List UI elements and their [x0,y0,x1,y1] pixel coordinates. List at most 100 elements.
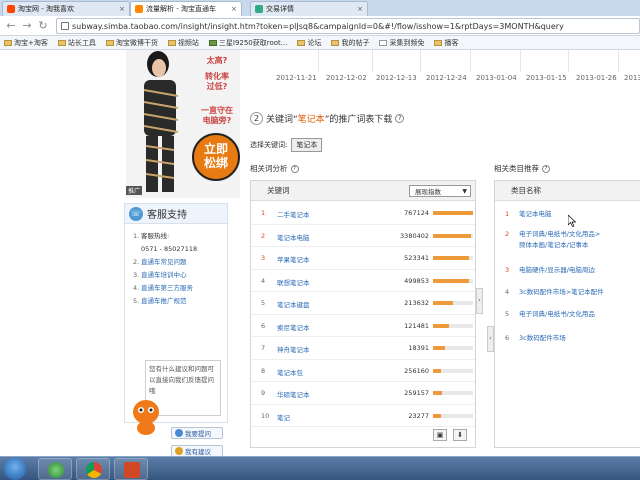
folder-icon [208,39,217,46]
chrome-taskbar-button[interactable] [76,458,110,480]
keyword-link[interactable]: 神舟笔记本 [277,344,310,354]
bookmark-label: 视频站 [177,38,199,47]
folder-icon [57,39,66,46]
browser-tab[interactable]: 淘宝网 - 淘我喜欢 × [2,1,130,16]
keyword-link[interactable]: 苹果笔记本 [277,254,310,264]
help-icon[interactable]: ? [290,164,299,173]
table-row[interactable]: 6 索尼笔记本 121481 [251,315,475,337]
keyword-link[interactable]: 笔记本包 [277,367,303,377]
category-link[interactable]: 3c数码配件市场 [519,333,639,344]
ie-taskbar-button[interactable] [38,458,72,480]
powerpoint-taskbar-button[interactable] [114,458,148,480]
address-bar[interactable]: subway.simba.taobao.com/insight/insight.… [56,18,640,34]
bookmark-label: 淘宝微博干货 [115,38,158,47]
tab-label: 淘宝网 - 淘我喜欢 [18,5,74,13]
table-row[interactable]: 2 笔记本电脑 3380402 [251,225,475,247]
table-row[interactable]: 5 笔记本键盘 213632 [251,292,475,315]
impression-bar [433,278,473,283]
bookmark-item[interactable]: 采集到频免 [379,38,424,48]
bookmarks-bar: 淘宝+淘客 站长工具 淘宝微博干货 视频站 三星I9250获取root... 论… [0,36,640,50]
copy-icon[interactable]: ▣ [433,429,447,441]
headset-icon: ☏ [129,206,143,221]
impression-bar-fill [433,346,445,350]
category-link[interactable]: 笔记本电脑 [519,209,639,220]
impression-value: 499853 [404,276,429,285]
browser-tab[interactable]: 交易详情 × [250,1,368,16]
download-icon[interactable]: ⬇ [453,429,467,441]
ask-question-button[interactable]: 我要提问 [171,427,223,439]
close-icon[interactable]: × [116,5,125,13]
impression-bar [433,301,473,305]
row-rank: 5 [505,310,510,318]
support-link-training[interactable]: 3. 直通车培训中心 [133,269,223,282]
tied-person-illustration [143,51,179,192]
close-icon[interactable]: × [228,5,237,13]
start-button-icon[interactable] [4,458,26,480]
keyword-link[interactable]: 笔记本电脑 [277,232,310,242]
table-row[interactable]: 8 笔记本包 256160 [251,360,475,382]
keyword-link[interactable]: 笔记 [277,412,290,422]
reload-icon[interactable]: ↻ [36,19,50,33]
row-rank: 6 [505,334,510,342]
keyword-select-label: 选择关键词: [250,141,288,149]
collapse-arrow-icon[interactable]: ‹ [487,326,494,352]
category-link[interactable]: 电子词典/电纸书/文化用品 [519,309,639,320]
simba-favicon-icon [135,5,143,13]
keyword-link[interactable]: 华硕笔记本 [277,389,310,399]
bookmark-item[interactable]: 论坛 [297,38,321,48]
impression-value: 18391 [408,344,429,352]
row-rank: 5 [261,299,266,307]
keyword-chip[interactable]: 笔记本 [291,138,323,152]
row-rank: 1 [505,210,510,218]
keyword-link[interactable]: 索尼笔记本 [277,322,310,332]
support-link-third-party[interactable]: 4. 直通车第三方服务 [133,282,223,295]
ie-icon [48,462,64,478]
table-row[interactable]: 1 二手笔记本 767124 [251,202,475,225]
sort-metric-select[interactable]: 展现指数 ▼ [409,185,471,197]
expand-arrow-icon[interactable]: › [476,288,483,314]
support-link-rules[interactable]: 5. 直通车推广规范 [133,295,223,308]
category-link[interactable]: 电脑硬件/显示器/电脑周边 [519,265,639,276]
forward-arrow-icon[interactable]: → [20,19,34,33]
bookmark-item[interactable]: 淘宝微博干货 [105,38,158,48]
bookmark-item[interactable]: 播客 [434,38,458,48]
table-header: 类目名称 [495,181,640,201]
table-header: 关键词 展现指数 ▼ [251,181,475,201]
impression-bar [433,391,473,395]
bookmark-item[interactable]: 三星I9250获取root... [208,38,287,48]
related-category-title-text: 相关类目推荐 [494,164,539,173]
support-title: 客服支持 [147,210,187,221]
help-icon[interactable]: ? [395,114,405,123]
bookmark-item[interactable]: 站长工具 [57,38,96,48]
release-now-button[interactable]: 立即 松绑 [192,133,240,181]
close-icon[interactable]: × [354,5,363,13]
impression-bar [433,211,473,215]
impression-bar-fill [433,413,441,418]
table-row[interactable]: 9 华硕笔记本 259157 [251,382,475,405]
promo-bubble: 转化率 过低? [205,72,229,91]
related-category-title: 相关类目推荐? [494,163,550,174]
suggestion-button[interactable]: 我有建议 [171,445,223,456]
table-row[interactable]: 7 神舟笔记本 18391 [251,337,475,360]
table-row[interactable]: 10 笔记 23277 [251,405,475,427]
keyword-link[interactable]: 笔记本键盘 [277,299,310,309]
help-icon[interactable]: ? [542,164,550,173]
category-link[interactable]: 电子词典/电纸书/文化用品> 频体本画/笔记本/记事本 [519,229,639,251]
promo-banner[interactable]: 太高? 转化率 过低? 一直守在 电脑旁? 立即 松绑 推广 [126,50,240,198]
category-link[interactable]: 3c数码配件市场>笔记本配件 [519,287,639,298]
keyword-link[interactable]: 二手笔记本 [277,209,310,219]
bookmark-item[interactable]: 我的帖子 [331,38,369,48]
impression-bar-fill [433,256,469,260]
bookmark-label: 我的帖子 [341,38,370,47]
back-arrow-icon[interactable]: ← [4,19,18,33]
folder-icon [4,39,12,46]
support-link-faq[interactable]: 2. 直通车常见问题 [133,256,223,269]
table-row[interactable]: 3 苹果笔记本 523341 [251,247,475,270]
bookmark-item[interactable]: 视频站 [167,38,199,48]
keyword-link[interactable]: 联想笔记本 [277,277,310,287]
row-rank: 2 [261,231,266,240]
browser-tab-active[interactable]: 流量解析 - 淘宝直通车 × [130,1,242,16]
table-row[interactable]: 4 联想笔记本 499853 [251,270,475,292]
bookmark-item[interactable]: 淘宝+淘客 [4,38,48,48]
impression-bar-fill [433,368,441,373]
